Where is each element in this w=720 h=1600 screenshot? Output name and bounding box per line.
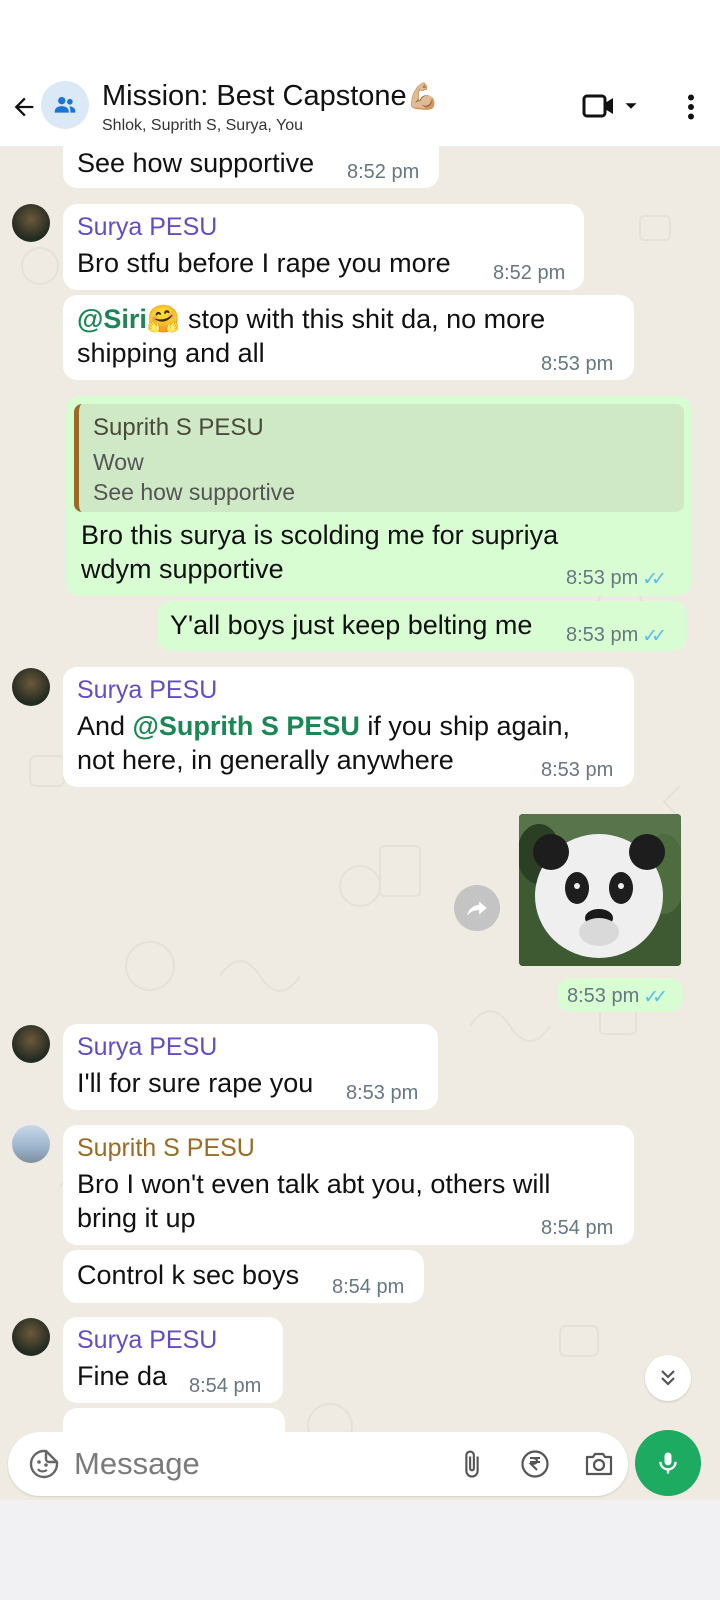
flexed-biceps-emoji: 💪🏼 bbox=[406, 82, 440, 112]
message-bubble[interactable]: @Siri🤗 stop with this shit da, no more s… bbox=[63, 295, 634, 380]
message-bubble[interactable]: Surya PESU Fine da 8:54 pm bbox=[63, 1317, 283, 1403]
chat-title[interactable]: Mission: Best Capstone💪🏼 bbox=[102, 80, 439, 113]
message-time-wrap: 8:53 pm ✓✓ bbox=[566, 624, 667, 647]
video-call-button[interactable] bbox=[582, 89, 642, 123]
message-sender[interactable]: Surya PESU bbox=[77, 1033, 217, 1062]
message-text: Bro this surya is scolding me for supriy… bbox=[81, 520, 559, 550]
message-text: Bro stfu before I rape you more bbox=[77, 248, 451, 278]
rupee-icon bbox=[521, 1450, 549, 1478]
message-bubble[interactable]: Suprith S PESU Bro I won't even talk abt… bbox=[63, 1125, 634, 1245]
message-sender[interactable]: Suprith S PESU bbox=[77, 1134, 255, 1163]
message-text: And @Suprith S PESU if you ship again, bbox=[77, 709, 570, 743]
forward-icon bbox=[467, 901, 487, 916]
read-ticks-icon: ✓✓ bbox=[643, 985, 668, 1008]
system-navigation-area bbox=[0, 1500, 720, 1600]
message-text-line2: wdym supportive bbox=[81, 554, 284, 584]
message-text: Bro I won't even talk abt you, others wi… bbox=[77, 1169, 551, 1199]
voice-record-button[interactable] bbox=[635, 1430, 701, 1496]
mention[interactable]: @Siri bbox=[77, 304, 147, 334]
message-sender[interactable]: Surya PESU bbox=[77, 213, 217, 242]
message-time-wrap: 8:53 pm ✓✓ bbox=[566, 567, 667, 590]
message-text-line2: shipping and all bbox=[77, 338, 265, 368]
message-time: 8:53 pm bbox=[566, 567, 639, 589]
message-time: 8:53 pm bbox=[541, 759, 614, 781]
message-text: @Siri🤗 stop with this shit da, no more bbox=[77, 302, 545, 337]
group-avatar[interactable] bbox=[41, 81, 89, 129]
message-text: Fine da bbox=[77, 1361, 168, 1391]
message-bubble[interactable]: Y'all boys just keep belting me 8:53 pm ✓… bbox=[157, 601, 687, 651]
message-bubble[interactable]: Control k sec boys 8:54 pm bbox=[63, 1250, 424, 1303]
read-ticks-icon: ✓✓ bbox=[642, 567, 667, 590]
message-text-line2: not here, in generally anywhere bbox=[77, 745, 454, 775]
chat-header: Mission: Best Capstone💪🏼 Shlok, Suprith … bbox=[0, 80, 720, 146]
message-time: 8:53 pm bbox=[566, 624, 639, 646]
double-chevron-down-icon bbox=[661, 1370, 675, 1386]
read-ticks-icon: ✓✓ bbox=[642, 624, 667, 647]
dropdown-icon bbox=[625, 103, 637, 109]
message-sender[interactable]: Surya PESU bbox=[77, 676, 217, 705]
mention[interactable]: @Suprith S PESU bbox=[133, 711, 360, 741]
message-time-wrap: 8:53 pm ✓✓ bbox=[567, 985, 668, 1008]
message-bubble[interactable]: See how supportive 8:52 pm bbox=[63, 146, 439, 188]
message-time: 8:54 pm bbox=[332, 1276, 405, 1298]
message-sender[interactable]: Surya PESU bbox=[77, 1326, 217, 1355]
chat-area[interactable]: See how supportive 8:52 pm Surya PESU Br… bbox=[0, 146, 720, 1530]
sticker-button[interactable] bbox=[28, 1448, 60, 1480]
forward-button[interactable] bbox=[454, 885, 500, 931]
message-bubble[interactable]: Surya PESU I'll for sure rape you 8:53 p… bbox=[63, 1024, 438, 1110]
message-text-part: And bbox=[77, 711, 133, 741]
message-bubble[interactable]: Surya PESU And @Suprith S PESU if you sh… bbox=[63, 667, 634, 787]
quoted-sender: Suprith S PESU bbox=[93, 414, 264, 441]
camera-icon bbox=[585, 1452, 613, 1476]
avatar-surya[interactable] bbox=[12, 204, 50, 242]
message-bubble[interactable]: Surya PESU Bro stfu before I rape you mo… bbox=[63, 204, 584, 290]
panda-sticker bbox=[519, 814, 681, 966]
avatar-suprith[interactable] bbox=[12, 1125, 50, 1163]
avatar-surya[interactable] bbox=[12, 668, 50, 706]
sticker-image[interactable] bbox=[519, 814, 681, 966]
back-arrow-icon bbox=[14, 97, 34, 117]
message-input-pill[interactable] bbox=[8, 1432, 628, 1496]
more-vert-icon bbox=[688, 94, 694, 120]
payment-button[interactable] bbox=[517, 1446, 553, 1482]
message-text: Y'all boys just keep belting me bbox=[170, 610, 533, 640]
attach-icon bbox=[465, 1450, 479, 1478]
sticker-time-bubble: 8:53 pm ✓✓ bbox=[557, 978, 683, 1012]
attach-button[interactable] bbox=[454, 1446, 490, 1482]
message-time: 8:52 pm bbox=[493, 262, 566, 284]
chat-title-text: Mission: Best Capstone bbox=[102, 80, 407, 112]
avatar-surya[interactable] bbox=[12, 1318, 50, 1356]
sticker-emoji-icon bbox=[29, 1449, 59, 1479]
message-text: Control k sec boys bbox=[77, 1260, 300, 1290]
status-bar bbox=[0, 0, 720, 80]
message-time: 8:54 pm bbox=[541, 1217, 614, 1239]
message-time: 8:52 pm bbox=[347, 161, 420, 183]
message-text: I'll for sure rape you bbox=[77, 1068, 314, 1098]
quoted-text-line2: See how supportive bbox=[93, 479, 296, 505]
quoted-text: Wow bbox=[93, 449, 144, 475]
chat-participants[interactable]: Shlok, Suprith S, Surya, You bbox=[102, 117, 303, 135]
message-time: 8:53 pm bbox=[541, 353, 614, 375]
message-text: See how supportive bbox=[77, 148, 315, 178]
avatar-surya[interactable] bbox=[12, 1025, 50, 1063]
more-options-button[interactable] bbox=[676, 89, 706, 125]
message-time: 8:54 pm bbox=[189, 1375, 262, 1397]
video-call-icon bbox=[582, 94, 613, 118]
message-time: 8:53 pm bbox=[346, 1082, 419, 1104]
mic-icon bbox=[659, 1452, 677, 1474]
message-text-line2: bring it up bbox=[77, 1203, 196, 1233]
hugging-emoji: 🤗 bbox=[146, 304, 181, 335]
message-time: 8:53 pm bbox=[567, 985, 640, 1007]
group-icon bbox=[54, 96, 76, 113]
scroll-to-bottom-button[interactable] bbox=[645, 1355, 691, 1401]
message-text-part: stop with this shit da, no more bbox=[180, 304, 546, 334]
camera-button[interactable] bbox=[581, 1446, 617, 1482]
composer bbox=[0, 1430, 720, 1500]
quoted-message[interactable]: Suprith S PESU Wow See how supportive bbox=[74, 404, 684, 512]
message-input[interactable] bbox=[74, 1442, 434, 1486]
back-button[interactable] bbox=[8, 91, 40, 123]
message-text-part: if you ship again, bbox=[359, 711, 571, 741]
